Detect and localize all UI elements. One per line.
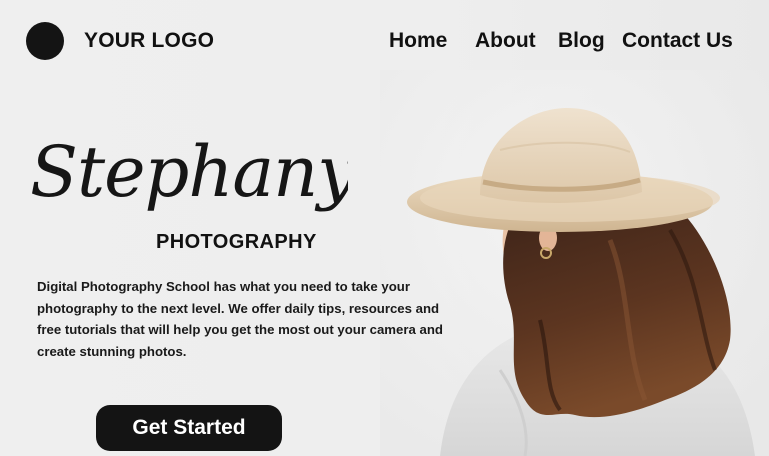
nav-contact-us[interactable]: Contact Us — [622, 29, 733, 53]
landing-page: YOUR LOGO Home About Blog Contact Us Ste… — [0, 0, 769, 456]
nav-blog[interactable]: Blog — [558, 29, 605, 53]
main-nav: Home About Blog Contact Us — [0, 29, 769, 55]
hero-description: Digital Photography School has what you … — [37, 279, 443, 359]
script-title-text: Stephany — [30, 131, 348, 213]
nav-about[interactable]: About — [475, 29, 536, 53]
nav-home[interactable]: Home — [389, 29, 447, 53]
hero-photo-woman-in-hat — [380, 70, 769, 456]
hero-subtitle: PHOTOGRAPHY — [156, 231, 317, 253]
hero-script-title: Stephany — [28, 112, 359, 232]
get-started-button[interactable]: Get Started — [96, 405, 282, 451]
